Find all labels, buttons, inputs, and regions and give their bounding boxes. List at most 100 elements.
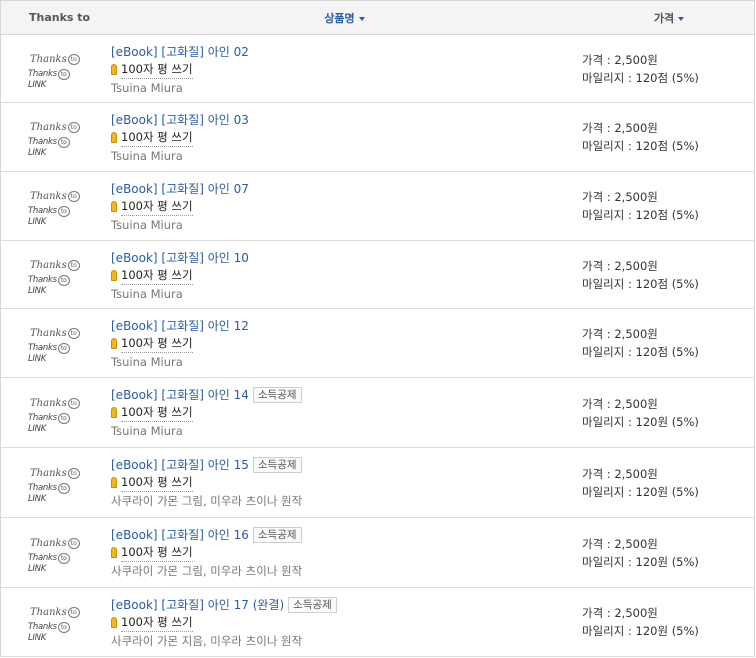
logo-line1: Thanks — [30, 607, 67, 618]
mileage-text: 마일리지 : 120점 (5%) — [582, 208, 699, 222]
write-review-link[interactable]: 100자 평 쓰기 — [121, 197, 193, 216]
logo-line2: Thanks — [28, 68, 57, 79]
price-cell: 가격 : 2,500원 마일리지 : 120점 (5%) — [578, 309, 754, 377]
table-row: Thanks to Thanks toLINK [eBook] [고화질] 아인 1… — [1, 588, 754, 657]
logo-to-icon: to — [67, 328, 80, 339]
logo-to-icon: to — [57, 412, 70, 424]
price-cell: 가격 : 2,500원 마일리지 : 120점 (5%) — [578, 35, 754, 102]
logo-to-icon: to — [57, 68, 70, 80]
author-text: Tsuina Miura — [111, 355, 183, 369]
thanks-to-link-logo[interactable]: Thanks to Thanks toLINK — [26, 605, 86, 643]
thanks-to-cell: Thanks to Thanks toLINK — [1, 241, 111, 308]
product-title-link[interactable]: [eBook] [고화질] 아인 03 — [111, 113, 249, 127]
thanks-to-link-logo[interactable]: Thanks to Thanks toLINK — [26, 52, 86, 90]
author-text: 사쿠라이 가몬 지음, 미우라 츠이나 원작 — [111, 634, 303, 648]
thanks-to-link-logo[interactable]: Thanks to Thanks toLINK — [26, 396, 86, 434]
product-table: Thanks to 상품명 가격 Thanks to Thanks toLINK [… — [0, 0, 755, 657]
price-text: 가격 : 2,500원 — [582, 536, 658, 551]
write-review-link[interactable]: 100자 평 쓰기 — [121, 543, 193, 562]
pencil-icon — [111, 64, 117, 75]
thanks-to-link-logo[interactable]: Thanks to Thanks toLINK — [26, 536, 86, 574]
product-title-link[interactable]: [eBook] [고화질] 아인 07 — [111, 182, 249, 196]
income-deduction-badge: 소득공제 — [252, 387, 302, 403]
income-deduction-badge: 소득공제 — [252, 457, 302, 473]
price-cell: 가격 : 2,500원 마일리지 : 120원 (5%) — [578, 378, 754, 447]
logo-link: LINK — [28, 423, 46, 434]
logo-line2: Thanks — [28, 206, 57, 216]
pencil-icon — [111, 407, 117, 418]
product-cell: [eBook] [고화질] 아인 12 100자 평 쓰기 Tsuina Miu… — [111, 309, 578, 377]
mileage-text: 마일리지 : 120원 (5%) — [582, 554, 699, 569]
thanks-to-link-logo[interactable]: Thanks to Thanks toLINK — [26, 189, 86, 227]
mileage-text: 마일리지 : 120점 (5%) — [582, 70, 699, 85]
product-cell: [eBook] [고화질] 아인 10 100자 평 쓰기 Tsuina Miu… — [111, 241, 578, 308]
table-row: Thanks to Thanks toLINK [eBook] [고화질] 아인 0… — [1, 103, 754, 172]
sort-caret-icon — [678, 16, 685, 21]
pencil-icon — [111, 270, 117, 281]
logo-link: LINK — [28, 354, 46, 364]
thanks-to-cell: Thanks to Thanks toLINK — [1, 588, 111, 656]
write-review-link[interactable]: 100자 평 쓰기 — [121, 266, 193, 285]
thanks-to-link-logo[interactable]: Thanks to Thanks toLINK — [26, 326, 86, 364]
logo-line2: Thanks — [28, 552, 57, 563]
table-header: Thanks to 상품명 가격 — [1, 1, 754, 35]
product-title-link[interactable]: [eBook] [고화질] 아인 14 — [111, 388, 249, 402]
product-title-link[interactable]: [eBook] [고화질] 아인 16 — [111, 528, 249, 542]
logo-to-icon: to — [67, 397, 80, 409]
write-review-link[interactable]: 100자 평 쓰기 — [121, 403, 193, 422]
header-product-label: 상품명 — [324, 11, 355, 25]
thanks-to-link-logo[interactable]: Thanks to Thanks toLINK — [26, 466, 86, 504]
logo-to-icon: to — [67, 607, 80, 618]
mileage-text: 마일리지 : 120원 (5%) — [582, 624, 699, 638]
logo-link: LINK — [28, 493, 46, 504]
product-title-link[interactable]: [eBook] [고화질] 아인 10 — [111, 251, 249, 265]
header-thanks-to: Thanks to — [29, 11, 91, 24]
author-text: Tsuina Miura — [111, 149, 183, 163]
header-price-sort[interactable]: 가격 — [578, 10, 754, 26]
price-text: 가격 : 2,500원 — [582, 396, 658, 411]
logo-line1: Thanks — [30, 259, 67, 271]
table-row: Thanks to Thanks toLINK [eBook] [고화질] 아인 1… — [1, 309, 754, 378]
product-cell: [eBook] [고화질] 아인 15 소득공제 100자 평 쓰기 사쿠라이 가… — [111, 448, 578, 517]
logo-to-icon: to — [57, 343, 70, 354]
logo-line1: Thanks — [30, 191, 67, 202]
sort-caret-icon — [358, 16, 365, 21]
author-text: 사쿠라이 가몬 그림, 미우라 츠이나 원작 — [111, 494, 303, 508]
logo-to-icon: to — [67, 537, 80, 549]
author-text: Tsuina Miura — [111, 424, 183, 438]
product-title-link[interactable]: [eBook] [고화질] 아인 02 — [111, 45, 249, 59]
price-text: 가격 : 2,500원 — [582, 258, 658, 273]
logo-line2: Thanks — [28, 482, 57, 493]
logo-link: LINK — [28, 563, 46, 574]
price-text: 가격 : 2,500원 — [582, 190, 658, 204]
price-text: 가격 : 2,500원 — [582, 52, 658, 67]
thanks-to-link-logo[interactable]: Thanks to Thanks toLINK — [26, 258, 86, 296]
write-review-link[interactable]: 100자 평 쓰기 — [121, 334, 193, 353]
pencil-icon — [111, 617, 117, 628]
table-row: Thanks to Thanks toLINK [eBook] [고화질] 아인 0… — [1, 172, 754, 241]
logo-to-icon: to — [57, 622, 70, 633]
product-title-link[interactable]: [eBook] [고화질] 아인 12 — [111, 319, 249, 333]
logo-line1: Thanks — [30, 467, 67, 479]
price-cell: 가격 : 2,500원 마일리지 : 120점 (5%) — [578, 241, 754, 308]
write-review-link[interactable]: 100자 평 쓰기 — [121, 613, 193, 632]
logo-to-icon: to — [57, 552, 70, 564]
logo-link: LINK — [28, 148, 46, 158]
logo-to-icon: to — [67, 122, 80, 133]
write-review-link[interactable]: 100자 평 쓰기 — [121, 128, 193, 147]
write-review-link[interactable]: 100자 평 쓰기 — [121, 60, 193, 79]
pencil-icon — [111, 547, 117, 558]
logo-line2: Thanks — [28, 274, 57, 285]
thanks-to-cell: Thanks to Thanks toLINK — [1, 172, 111, 240]
product-title-link[interactable]: [eBook] [고화질] 아인 17 (완결) — [111, 598, 284, 612]
table-row: Thanks to Thanks toLINK [eBook] [고화질] 아인 1… — [1, 241, 754, 309]
header-product-sort[interactable]: 상품명 — [111, 10, 578, 26]
author-text: 사쿠라이 가몬 그림, 미우라 츠이나 원작 — [111, 564, 303, 578]
product-cell: [eBook] [고화질] 아인 07 100자 평 쓰기 Tsuina Miu… — [111, 172, 578, 240]
thanks-to-link-logo[interactable]: Thanks to Thanks toLINK — [26, 120, 86, 158]
write-review-link[interactable]: 100자 평 쓰기 — [121, 473, 193, 492]
price-text: 가격 : 2,500원 — [582, 121, 658, 135]
price-text: 가격 : 2,500원 — [582, 327, 658, 341]
logo-line1: Thanks — [30, 328, 67, 339]
product-title-link[interactable]: [eBook] [고화질] 아인 15 — [111, 458, 249, 472]
